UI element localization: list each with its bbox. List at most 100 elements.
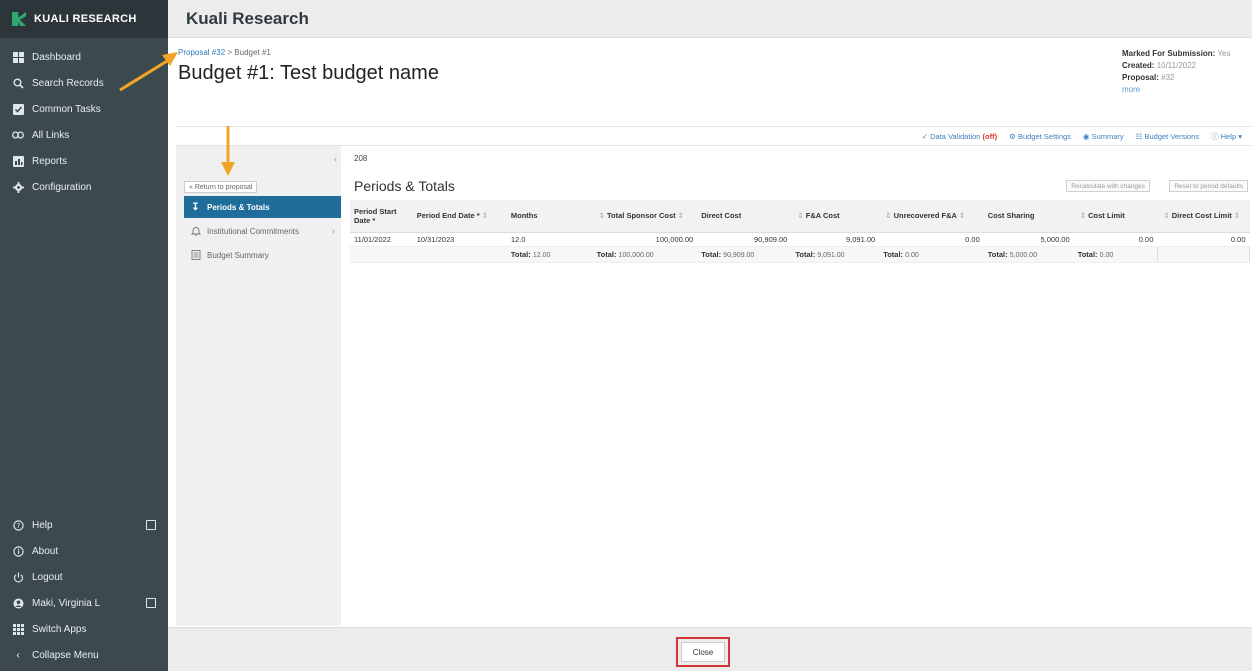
column-header[interactable]: Months [506, 200, 593, 233]
sidebar-item-collapse-menu[interactable]: ‹ Collapse Menu [0, 642, 168, 668]
column-label: Period End Date * [416, 211, 480, 221]
total-label: Total: [1077, 249, 1098, 259]
column-label: Unrecovered F&A [893, 211, 957, 221]
cell-direct-cost-limit[interactable]: 0.00 [1157, 232, 1250, 247]
sidebar-item-about[interactable]: About [0, 538, 168, 564]
help-label: Help [1220, 131, 1237, 141]
column-header[interactable]: Cost Sharing [983, 200, 1074, 233]
total-cost-sharing: Total: 5,000.00 [983, 246, 1074, 263]
sidebar-item-help[interactable]: ? Help [0, 512, 168, 538]
cell-months: 12.0 [506, 232, 593, 247]
total-label: Total: [795, 249, 816, 259]
column-header[interactable]: ⇕ Cost Limit [1073, 200, 1158, 233]
sidebar-item-configuration[interactable]: Configuration [0, 174, 168, 200]
return-to-proposal-button[interactable]: « Return to proposal [184, 181, 258, 193]
sidebar-item-logout[interactable]: Logout [0, 564, 168, 590]
cell-cost-limit[interactable]: 0.00 [1073, 232, 1158, 247]
sidebar-item-label: Dashboard [32, 51, 81, 63]
power-icon [12, 571, 24, 583]
total-value: 100,000.00 [618, 251, 654, 259]
footer-bar: Close [168, 627, 1252, 671]
cell-start-date[interactable]: 11/01/2022 [350, 232, 413, 247]
help-icon: ? [12, 519, 24, 531]
sidebar-item-label: Reports [32, 155, 68, 167]
totals-row: Total: 12.00 Total: 100,000.00 Total: 90… [350, 245, 1251, 263]
total-label: Total: [883, 249, 904, 259]
total-months: Total: 12.00 [506, 246, 593, 263]
app-title: Kuali Research [186, 8, 309, 28]
sidebar-item-common-tasks[interactable]: Common Tasks [0, 96, 168, 122]
subnav-item-institutional-commitments[interactable]: Institutional Commitments › [184, 220, 341, 242]
external-link-icon [146, 520, 156, 530]
meta-created-value: 10/11/2022 [1156, 61, 1197, 70]
reset-defaults-button[interactable]: Reset to period defaults [1169, 180, 1248, 192]
table-header-row: Period Start Date * Period End Date * ⇕ M… [350, 200, 1250, 233]
meta-more-link[interactable]: more [1122, 85, 1140, 94]
total-value: 90,909.00 [723, 251, 755, 259]
brand[interactable]: KUALI RESEARCH [0, 0, 168, 38]
totals-spacer [412, 246, 507, 263]
summary-button[interactable]: ◉ Summary [1083, 132, 1124, 141]
kuali-logo-icon [12, 12, 26, 26]
column-header[interactable]: Direct Cost [697, 200, 792, 233]
sidebar-item-user[interactable]: Maki, Virginia L [0, 590, 168, 616]
record-meta: Marked For Submission: Yes Created: 10/1… [1122, 48, 1252, 96]
close-button[interactable]: Close [681, 642, 725, 662]
help-dropdown[interactable]: ⓘ Help ▾ [1211, 131, 1242, 142]
budget-versions-button[interactable]: ☷ Budget Versions [1136, 132, 1199, 141]
column-header[interactable]: Period Start Date * [350, 200, 413, 233]
cell-end-date[interactable]: 10/31/2023 [412, 232, 507, 247]
total-direct-cost: Total: 90,909.00 [697, 246, 792, 263]
breadcrumb: Proposal #32 > Budget #1 [178, 48, 271, 57]
column-header[interactable]: Period End Date * ⇕ [412, 200, 507, 233]
breadcrumb-proposal-link[interactable]: Proposal #32 [178, 48, 225, 57]
column-label: Cost Sharing [987, 211, 1035, 221]
meta-submission-value: Yes [1217, 49, 1231, 58]
budget-subnav: « Return to proposal ↧ Periods & Totals … [176, 146, 341, 626]
sort-icon: ⇕ [958, 211, 966, 221]
budget-settings-button[interactable]: ⚙ Budget Settings [1009, 132, 1071, 141]
external-link-icon [146, 598, 156, 608]
bell-icon [190, 226, 201, 237]
sort-icon: ⇕ [1079, 211, 1086, 221]
cell-direct-cost: 90,909.00 [697, 232, 792, 247]
sidebar-item-label: Maki, Virginia L [32, 597, 101, 609]
column-header[interactable]: ⇕ F&A Cost [791, 200, 880, 233]
sidebar-item-search-records[interactable]: Search Records [0, 70, 168, 96]
total-value: 12.00 [532, 251, 551, 259]
subnav-collapse-icon[interactable]: ‹ [334, 154, 337, 164]
column-label: Direct Cost Limit [1171, 211, 1232, 221]
budget-toolbar: ✓ Data Validation (off) ⚙ Budget Setting… [176, 126, 1252, 146]
gear-icon: ⚙ [1009, 131, 1016, 141]
cell-total-sponsor-cost: 100,000.00 [592, 232, 698, 247]
sidebar-item-all-links[interactable]: All Links [0, 122, 168, 148]
total-value: 9,091.00 [817, 251, 845, 259]
sort-icon: ⇕ [1233, 211, 1241, 221]
sidebar-item-dashboard[interactable]: Dashboard [0, 44, 168, 70]
periods-table: Period Start Date * Period End Date * ⇕ M… [350, 200, 1251, 263]
sidebar-item-label: About [32, 545, 59, 557]
breadcrumb-current: Budget #1 [234, 48, 271, 57]
meta-proposal-value: #32 [1161, 73, 1175, 82]
data-validation-toggle[interactable]: ✓ Data Validation (off) [922, 132, 997, 141]
total-unrecovered-fa: Total: 0.00 [879, 246, 984, 263]
sidebar-item-switch-apps[interactable]: Switch Apps [0, 616, 168, 642]
total-label: Total: [596, 249, 617, 259]
meta-submission-label: Marked For Submission: [1122, 49, 1216, 58]
sort-list-icon: ↧ [191, 201, 200, 213]
subnav-item-periods-totals[interactable]: ↧ Periods & Totals [184, 196, 341, 218]
sidebar-item-label: Help [32, 519, 53, 531]
column-header[interactable]: ⇕ Unrecovered F&A ⇕ [879, 200, 984, 233]
column-label: Cost Limit [1088, 211, 1125, 221]
caret-down-icon: ▾ [1238, 131, 1242, 141]
subnav-item-budget-summary[interactable]: Budget Summary [184, 244, 341, 266]
column-header[interactable]: ⇕ Total Sponsor Cost ⇕ [592, 200, 698, 233]
table-row[interactable]: 11/01/2022 10/31/2023 12.0 100,000.00 90… [350, 232, 1250, 247]
subnav-item-label: Budget Summary [207, 250, 269, 260]
column-label: Direct Cost [701, 211, 742, 221]
recalculate-button[interactable]: Recalculate with changes [1066, 180, 1150, 192]
column-header[interactable]: ⇕ Direct Cost Limit ⇕ [1157, 200, 1250, 233]
sort-icon: ⇕ [677, 211, 684, 221]
checkbox-icon [12, 103, 24, 115]
sidebar-item-reports[interactable]: Reports [0, 148, 168, 174]
